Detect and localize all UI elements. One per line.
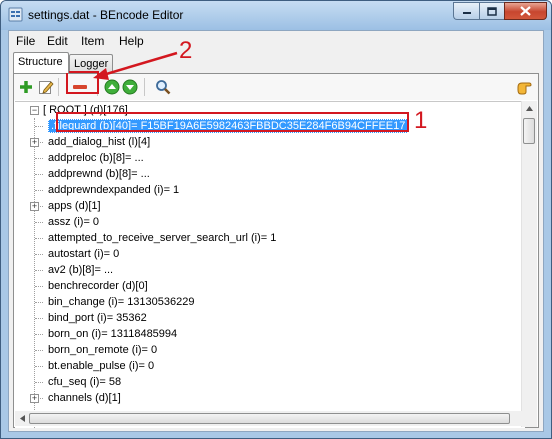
tree-row-label: addprewndexpanded (i)= 1 [48,184,180,196]
row-expander[interactable]: + [30,138,39,147]
add-item-button[interactable] [16,77,36,97]
tree-row[interactable]: born_on (i)= 13118485994 [48,326,177,342]
tree-row-label: attempted_to_receive_server_search_url (… [48,232,277,244]
maximize-button[interactable] [479,2,504,20]
tree-row-label: bin_change (i)= 13130536229 [48,296,195,308]
tree-row[interactable]: addprewnd (b)[8]= ... [48,166,150,182]
minimize-icon [462,12,471,14]
app-icon [8,7,23,22]
menu-bar: File Edit Item Help [9,31,543,51]
tree-row-label: assz (i)= 0 [48,216,100,228]
window-title: settings.dat - BEncode Editor [28,8,184,22]
hand-icon [517,82,532,95]
tree-row-label: apps (d)[1] [48,200,101,212]
tree-row[interactable]: bind_port (i)= 35362 [48,310,147,326]
tree-row[interactable]: assz (i)= 0 [48,214,99,230]
tree-row[interactable]: autostart (i)= 0 [48,246,119,262]
settings-button[interactable] [514,77,534,97]
tree-row[interactable]: av2 (b)[8]= ... [48,262,113,278]
close-icon [520,6,531,16]
tree-row[interactable]: channels (d)[1] [48,390,121,406]
tree-row-label: born_on_remote (i)= 0 [48,344,158,356]
tree-row-label: autostart (i)= 0 [48,248,120,260]
plus-icon [20,81,32,93]
annotation-label-1: 1 [414,107,428,134]
scroll-up-button[interactable] [522,101,537,116]
tab-structure[interactable]: Structure [13,52,69,73]
tree-row[interactable]: attempted_to_receive_server_search_url (… [48,230,276,246]
edit-item-button[interactable] [36,77,56,97]
tree-row[interactable]: benchrecorder (d)[0] [48,278,148,294]
tree-row-label: benchrecorder (d)[0] [48,280,148,292]
maximize-icon [487,6,497,16]
menu-help[interactable]: Help [119,34,144,48]
minimize-button[interactable] [453,2,479,20]
tree-row-label: channels (d)[1] [48,392,121,404]
tree-row[interactable]: addprewndexpanded (i)= 1 [48,182,179,198]
tree-row-label: bt.enable_pulse (i)= 0 [48,360,155,372]
menu-file[interactable]: File [16,34,35,48]
horizontal-scrollbar[interactable] [15,411,524,426]
title-bar[interactable]: settings.dat - BEncode Editor [1,1,551,30]
tree-row[interactable]: add_dialog_hist (l)[4] [48,134,150,150]
tree-row-label: born_on (i)= 13118485994 [48,328,178,340]
tree-row-label: addprewnd (b)[8]= ... [48,168,150,180]
scroll-left-button[interactable] [15,411,30,426]
tree-row[interactable]: bt.enable_pulse (i)= 0 [48,358,154,374]
tree-row-label: bind_port (i)= 35362 [48,312,147,324]
edit-icon [39,81,54,94]
annotation-arrow [93,51,178,80]
tree-row[interactable]: born_on_remote (i)= 0 [48,342,157,358]
tree-row[interactable]: addpreloc (b)[8]= ... [48,150,144,166]
menu-item[interactable]: Item [81,34,104,48]
highlight-box-fileguard [56,112,409,132]
row-expander[interactable]: + [30,202,39,211]
root-expander[interactable]: − [30,106,39,115]
menu-edit[interactable]: Edit [47,34,68,48]
scroll-left-icon [20,415,25,422]
structure-tree[interactable]: − [ ROOT ] (d)[176] .fileguard (b)[40]= … [15,101,525,428]
horizontal-scroll-thumb[interactable] [29,413,510,424]
tree-row-label: add_dialog_hist (l)[4] [48,136,151,148]
tree-row-label: av2 (b)[8]= ... [48,264,114,276]
vertical-scroll-thumb[interactable] [523,118,535,144]
vertical-scrollbar[interactable] [521,101,537,427]
tree-row[interactable]: cfu_seq (i)= 58 [48,374,121,390]
row-expander[interactable]: + [30,394,39,403]
tree-row-label: addpreloc (b)[8]= ... [48,152,144,164]
tree-row-label: cfu_seq (i)= 58 [48,376,122,388]
app-window: settings.dat - BEncode Editor File Edit … [0,0,552,439]
tree-row[interactable]: bin_change (i)= 13130536229 [48,294,195,310]
tree-row[interactable]: apps (d)[1] [48,198,101,214]
scroll-up-icon [526,106,533,111]
close-button[interactable] [504,2,547,20]
